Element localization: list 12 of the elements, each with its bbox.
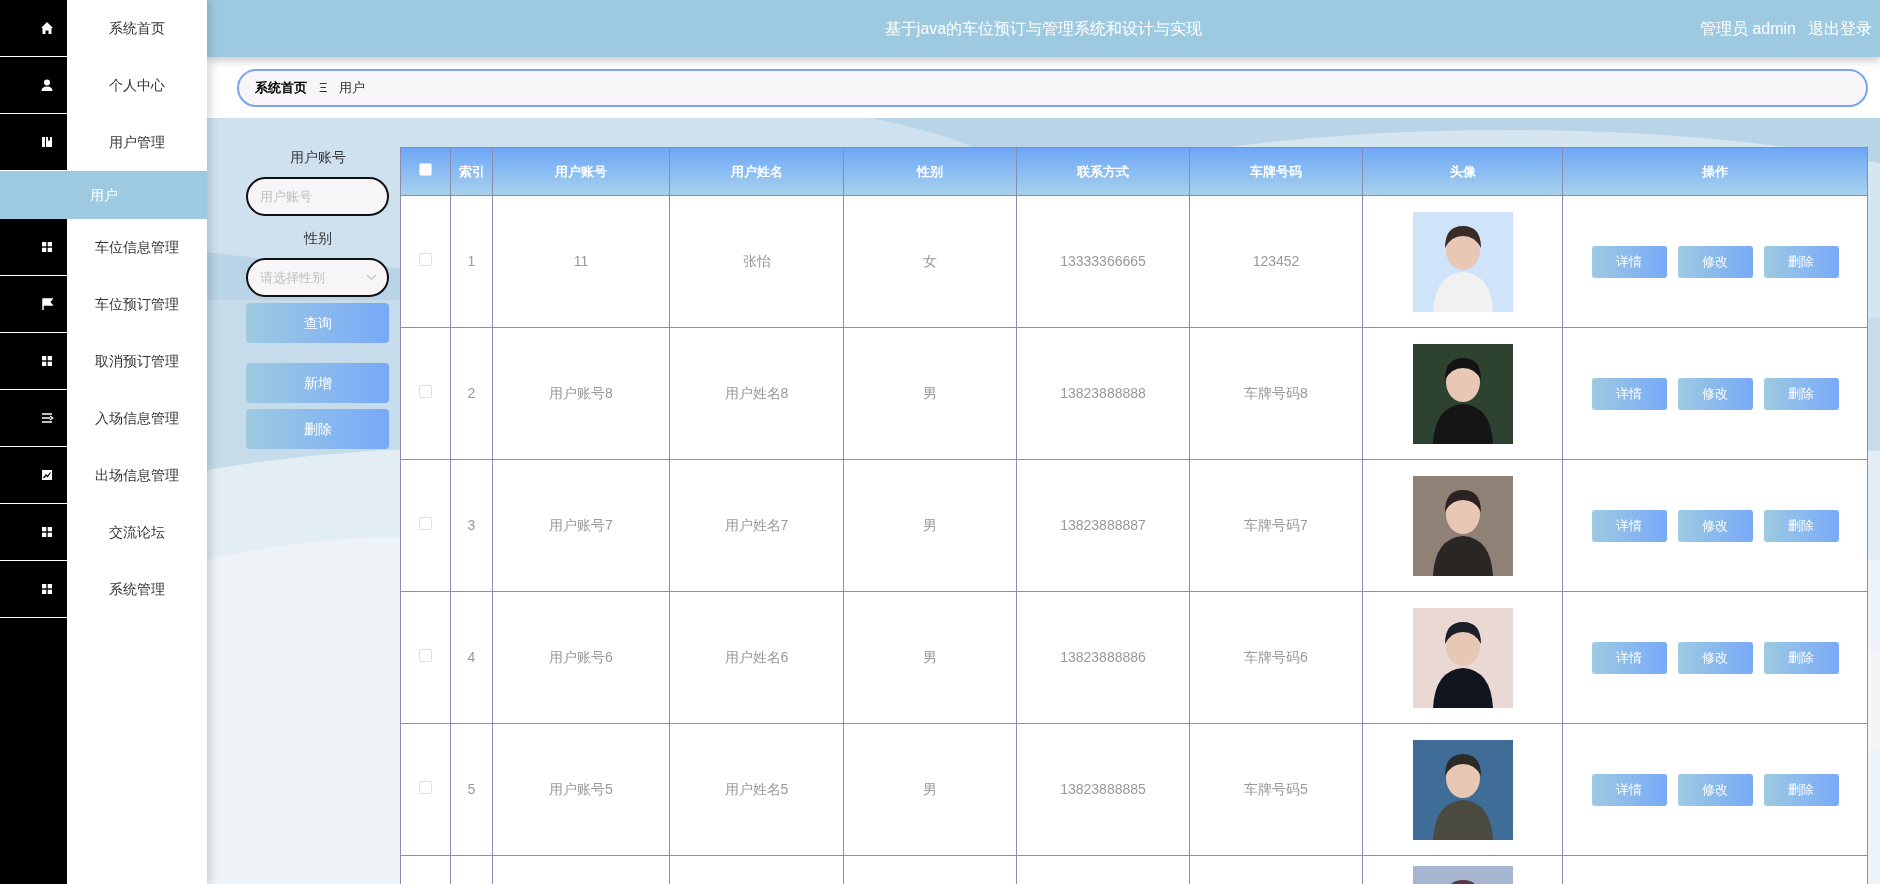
- grid-icon: [40, 240, 54, 254]
- home-icon: [40, 21, 54, 35]
- grid-icon: [40, 582, 54, 596]
- menu-item[interactable]: 系统首页: [67, 0, 207, 57]
- book-icon: [40, 135, 54, 149]
- list-icon: [40, 411, 54, 425]
- grid-icon: [40, 354, 54, 368]
- grid-icon: [40, 525, 54, 539]
- chart-icon: [40, 468, 54, 482]
- flag-icon: [40, 297, 54, 311]
- user-icon: [40, 78, 54, 92]
- submenu-item[interactable]: 用户: [0, 171, 207, 219]
